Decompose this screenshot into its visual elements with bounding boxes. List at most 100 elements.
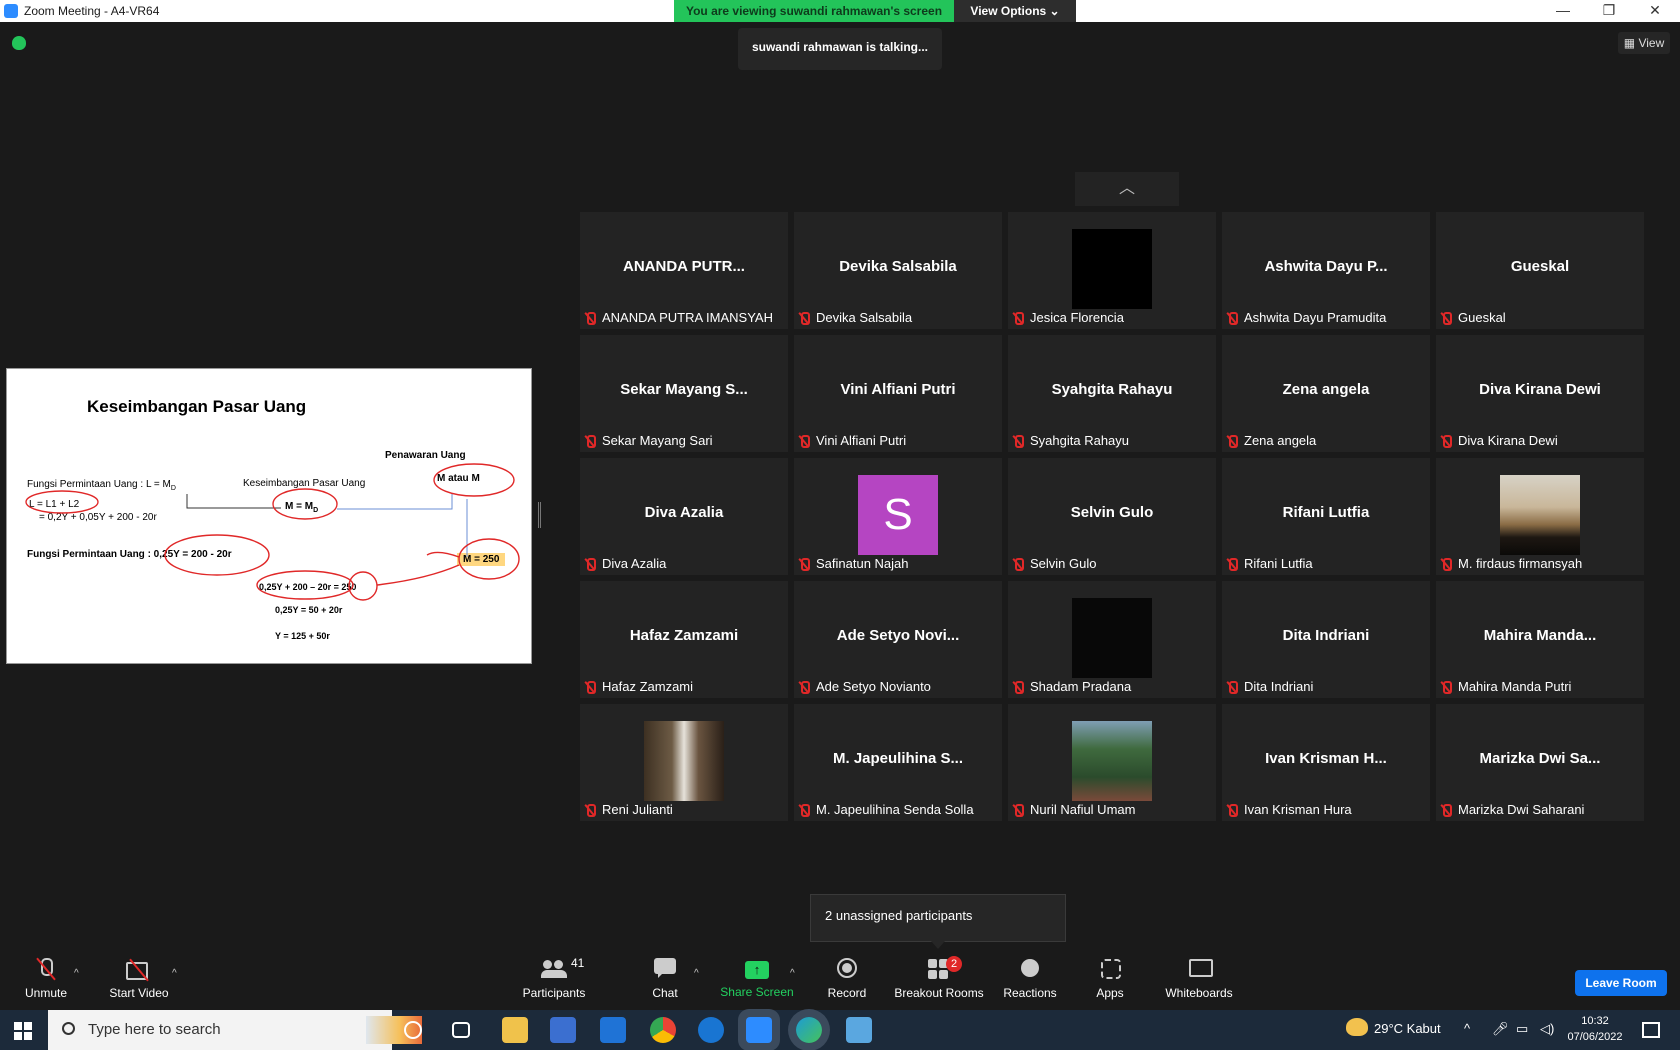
participant-tile[interactable]: Mahira Manda... Mahira Manda Putri <box>1436 581 1644 698</box>
taskbar-search-box[interactable]: Type here to search <box>48 1010 422 1050</box>
taskbar-clock[interactable]: 10:32 07/06/2022 <box>1560 1013 1630 1045</box>
view-button-label: View <box>1638 36 1665 50</box>
zoom-app-icon <box>4 4 18 18</box>
participant-name: Vini Alfiani Putri <box>816 433 907 448</box>
participant-name: Diva Azalia <box>602 556 667 571</box>
participant-name-bar: Diva Kirana Dewi <box>1440 433 1558 449</box>
participant-tile[interactable]: Vini Alfiani Putri Vini Alfiani Putri <box>794 335 1002 452</box>
apps-icon <box>1097 958 1123 980</box>
participant-name-bar: Ade Setyo Novianto <box>798 679 931 695</box>
participant-display-name: Dita Indriani <box>1282 627 1370 644</box>
participant-tile[interactable]: Jesica Florencia <box>1008 212 1216 329</box>
participant-name-bar: Jesica Florencia <box>1012 310 1124 326</box>
record-icon <box>834 958 860 980</box>
reactions-icon <box>1017 958 1043 980</box>
participant-tile[interactable]: Sekar Mayang S... Sekar Mayang Sari <box>580 335 788 452</box>
participant-avatar: S <box>858 475 938 555</box>
microphone-muted-icon <box>584 803 596 817</box>
network-icon[interactable]: ▭ <box>1516 1021 1528 1037</box>
windows-start-icon[interactable] <box>14 1022 32 1040</box>
close-button[interactable]: ✕ <box>1632 0 1678 22</box>
participant-name-bar: Gueskal <box>1440 310 1506 326</box>
chrome-icon[interactable] <box>650 1017 676 1043</box>
leave-room-button[interactable]: Leave Room <box>1575 970 1667 996</box>
participant-tile[interactable]: S Safinatun Najah <box>794 458 1002 575</box>
participant-name: Reni Julianti <box>602 802 673 817</box>
control-panel-icon[interactable] <box>846 1017 872 1043</box>
edge-icon[interactable] <box>796 1017 822 1043</box>
apps-button[interactable]: Apps <box>1094 958 1126 1000</box>
video-options-caret[interactable]: ^ <box>172 968 177 979</box>
participant-name-bar: M. firdaus firmansyah <box>1440 556 1582 572</box>
zoom-taskbar-icon[interactable] <box>746 1017 772 1043</box>
microsoft-store-icon[interactable] <box>550 1017 576 1043</box>
participant-tile[interactable]: Nuril Nafiul Umam <box>1008 704 1216 821</box>
meeting-toolbar: Unmute ^ Start Video ^ 41 Participants C… <box>0 950 1680 1010</box>
unassigned-participants-popup[interactable]: 2 unassigned participants <box>810 894 1066 949</box>
minimize-button[interactable]: — <box>1540 0 1586 22</box>
participant-tile[interactable]: M. firdaus firmansyah <box>1436 458 1644 575</box>
participant-tile[interactable]: Diva Azalia Diva Azalia <box>580 458 788 575</box>
participant-tile[interactable]: Gueskal Gueskal <box>1436 212 1644 329</box>
file-explorer-icon[interactable] <box>502 1017 528 1043</box>
record-button[interactable]: Record <box>826 958 868 1000</box>
participant-tile[interactable]: Devika Salsabila Devika Salsabila <box>794 212 1002 329</box>
tray-overflow-icon[interactable]: ^ <box>1464 1021 1470 1036</box>
microphone-muted-icon <box>798 557 810 571</box>
audio-options-caret[interactable]: ^ <box>74 968 79 979</box>
participant-display-name: Ivan Krisman H... <box>1265 750 1387 767</box>
participant-name: Marizka Dwi Saharani <box>1458 802 1585 817</box>
task-view-icon[interactable] <box>452 1022 470 1038</box>
restore-button[interactable]: ❐ <box>1586 0 1632 22</box>
notifications-icon[interactable] <box>1642 1022 1660 1038</box>
mail-icon[interactable] <box>600 1017 626 1043</box>
participant-name: M. Japeulihina Senda Solla <box>816 802 974 817</box>
microphone-tray-icon[interactable]: 🎤︎ <box>1492 1021 1509 1037</box>
participant-tile[interactable]: Ivan Krisman H... Ivan Krisman Hura <box>1222 704 1430 821</box>
participant-tile[interactable]: Selvin Gulo Selvin Gulo <box>1008 458 1216 575</box>
participant-tile[interactable]: ANANDA PUTR... ANANDA PUTRA IMANSYAH <box>580 212 788 329</box>
unmute-button[interactable]: Unmute <box>18 958 74 1000</box>
view-options-button[interactable]: View Options ⌄ <box>954 0 1076 22</box>
view-layout-button[interactable]: ▦ View <box>1618 32 1670 54</box>
share-options-caret[interactable]: ^ <box>790 968 795 979</box>
start-video-button[interactable]: Start Video <box>104 958 174 1000</box>
participant-tile[interactable]: Rifani Lutfia Rifani Lutfia <box>1222 458 1430 575</box>
teamviewer-icon[interactable] <box>698 1017 724 1043</box>
participant-tile[interactable]: Marizka Dwi Sa... Marizka Dwi Saharani <box>1436 704 1644 821</box>
participant-name: Selvin Gulo <box>1030 556 1097 571</box>
reactions-button[interactable]: Reactions <box>1003 958 1057 1000</box>
chat-options-caret[interactable]: ^ <box>694 968 699 979</box>
whiteboards-label: Whiteboards <box>1165 986 1233 1000</box>
participant-tile[interactable]: Syahgita Rahayu Syahgita Rahayu <box>1008 335 1216 452</box>
participant-tile[interactable]: Reni Julianti <box>580 704 788 821</box>
windows-taskbar: Type here to search 29°C Kabut ^ 🎤︎ ▭ ◁)… <box>0 1010 1680 1050</box>
breakout-rooms-button[interactable]: 2 Breakout Rooms <box>894 956 984 1000</box>
participant-name: Ivan Krisman Hura <box>1244 802 1352 817</box>
participant-tile[interactable]: Hafaz Zamzami Hafaz Zamzami <box>580 581 788 698</box>
participant-tile[interactable]: Dita Indriani Dita Indriani <box>1222 581 1430 698</box>
record-label: Record <box>827 986 867 1000</box>
split-view-handle[interactable] <box>538 502 541 528</box>
participant-tile[interactable]: Ashwita Dayu P... Ashwita Dayu Pramudita <box>1222 212 1430 329</box>
participant-name-bar: Sekar Mayang Sari <box>584 433 713 449</box>
participant-tile[interactable]: Zena angela Zena angela <box>1222 335 1430 452</box>
security-shield-icon[interactable] <box>12 36 26 50</box>
whiteboards-button[interactable]: Whiteboards <box>1164 958 1234 1000</box>
shared-screen[interactable]: Keseimbangan Pasar Uang Penawaran Uang M… <box>6 368 532 664</box>
search-placeholder: Type here to search <box>88 1021 221 1038</box>
participants-button[interactable]: 41 Participants <box>518 956 590 1000</box>
gallery-page-up-button[interactable]: ︿ <box>1075 172 1179 206</box>
participant-tile[interactable]: Shadam Pradana <box>1008 581 1216 698</box>
share-screen-button[interactable]: ↑ Share Screen <box>720 958 794 999</box>
participant-display-name: Hafaz Zamzami <box>629 627 739 644</box>
participant-tile[interactable]: Diva Kirana Dewi Diva Kirana Dewi <box>1436 335 1644 452</box>
cortana-icon[interactable] <box>404 1021 422 1039</box>
microphone-muted-icon <box>798 680 810 694</box>
chat-button[interactable]: Chat <box>650 958 680 1000</box>
grid-icon: ▦ <box>1623 36 1639 50</box>
participant-tile[interactable]: Ade Setyo Novi... Ade Setyo Novianto <box>794 581 1002 698</box>
volume-icon[interactable]: ◁) <box>1540 1021 1554 1037</box>
participant-tile[interactable]: M. Japeulihina S... M. Japeulihina Senda … <box>794 704 1002 821</box>
weather-text[interactable]: 29°C Kabut <box>1374 1021 1441 1036</box>
